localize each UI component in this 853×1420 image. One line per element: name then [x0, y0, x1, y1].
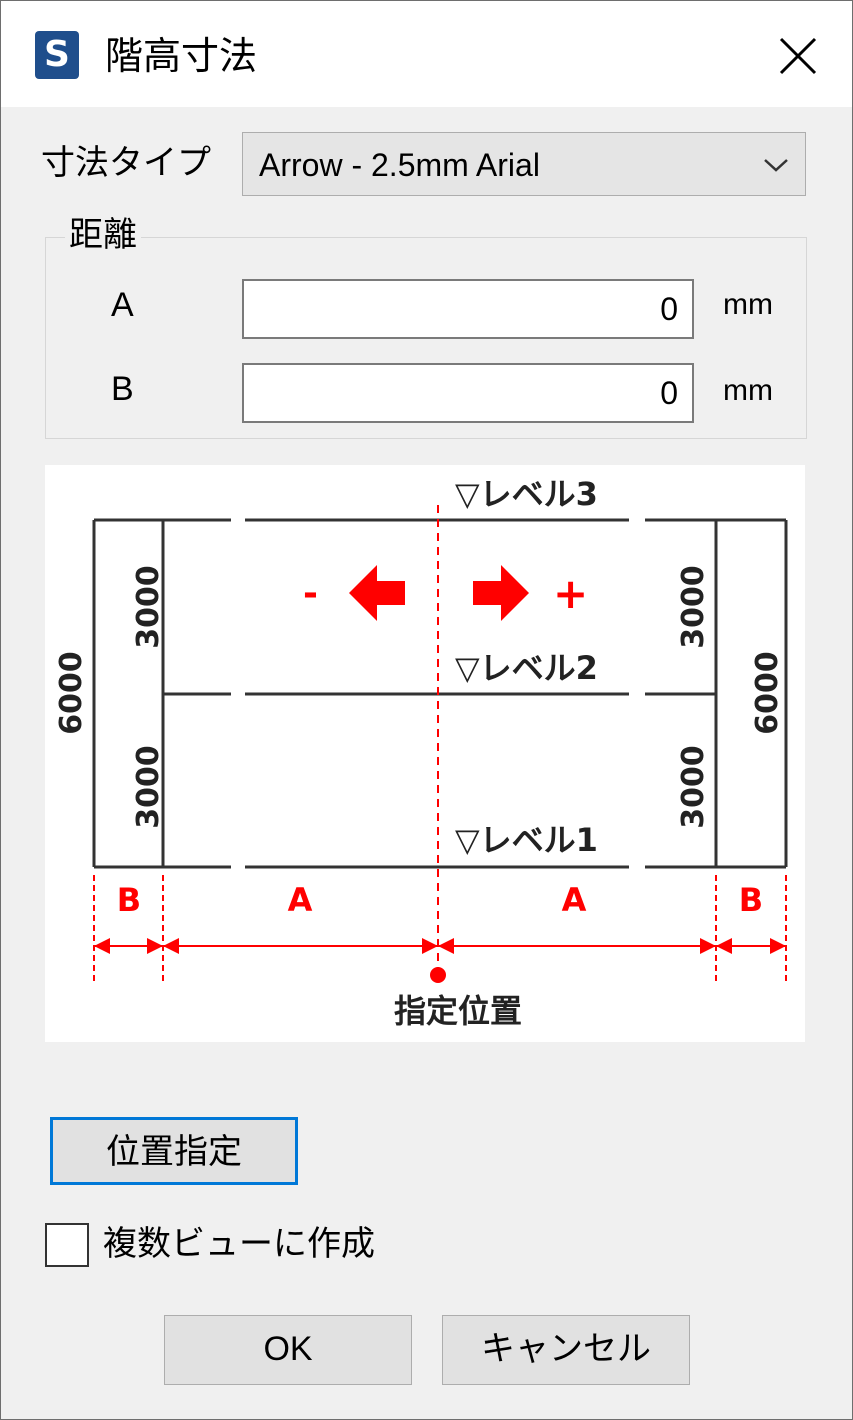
distance-a-input[interactable]: 0 — [242, 279, 694, 339]
ok-button[interactable]: OK — [164, 1315, 412, 1385]
distance-a-label: A — [111, 286, 134, 324]
dim-right-total: 6000 — [750, 651, 785, 735]
chevron-down-icon — [764, 159, 788, 172]
level1-label: ▽レベル1 — [455, 821, 598, 859]
plus-sign: + — [553, 569, 588, 618]
specify-position-button[interactable]: 位置指定 — [50, 1117, 298, 1185]
dialog-title: 階高寸法 — [105, 34, 258, 78]
title-bar: S 階高寸法 — [1, 1, 852, 107]
diagram-canvas: ▽レベル3 ▽レベル2 ▽レベル1 3000 3000 6000 3000 30… — [54, 475, 788, 1030]
distance-b-input[interactable]: 0 — [242, 363, 694, 423]
distance-b-unit: mm — [723, 374, 773, 407]
dim-right-upper: 3000 — [676, 565, 711, 649]
level3-label: ▽レベル3 — [455, 475, 598, 513]
dim-right-lower: 3000 — [676, 745, 711, 829]
close-icon — [779, 37, 817, 75]
multi-view-label[interactable]: 複数ビューに作成 — [103, 1221, 375, 1267]
app-logo-icon: S — [35, 31, 79, 79]
distance-b-label: B — [111, 370, 134, 408]
left-arrow-icon — [349, 565, 405, 621]
dim-left-total: 6000 — [54, 651, 89, 735]
dimension-type-label: 寸法タイプ — [41, 143, 211, 183]
multi-view-checkbox[interactable] — [45, 1223, 89, 1267]
dim-b-right: B — [739, 881, 763, 919]
specified-position-label: 指定位置 — [394, 992, 522, 1030]
dim-left-lower: 3000 — [131, 745, 166, 829]
dim-b-left: B — [117, 881, 141, 919]
close-button[interactable] — [767, 25, 829, 87]
level2-label: ▽レベル2 — [455, 649, 598, 687]
extension-lines — [93, 875, 787, 981]
distance-group-legend: 距離 — [65, 213, 141, 257]
right-arrow-icon — [473, 565, 529, 621]
dim-left-upper: 3000 — [131, 565, 166, 649]
level-dimension-diagram: ▽レベル3 ▽レベル2 ▽レベル1 3000 3000 6000 3000 30… — [45, 465, 805, 1042]
minus-sign: - — [303, 573, 318, 614]
dim-a-right: A — [562, 881, 587, 919]
distance-a-unit: mm — [723, 288, 773, 321]
dialog-window: S 階高寸法 寸法タイプ Arrow - 2.5mm Arial 距離 A 0 … — [0, 0, 853, 1420]
dim-a-left: A — [288, 881, 313, 919]
position-dot — [430, 967, 446, 983]
cancel-button[interactable]: キャンセル — [442, 1315, 690, 1385]
dimension-type-value: Arrow - 2.5mm Arial — [259, 147, 540, 183]
dimension-type-select[interactable]: Arrow - 2.5mm Arial — [242, 132, 806, 196]
